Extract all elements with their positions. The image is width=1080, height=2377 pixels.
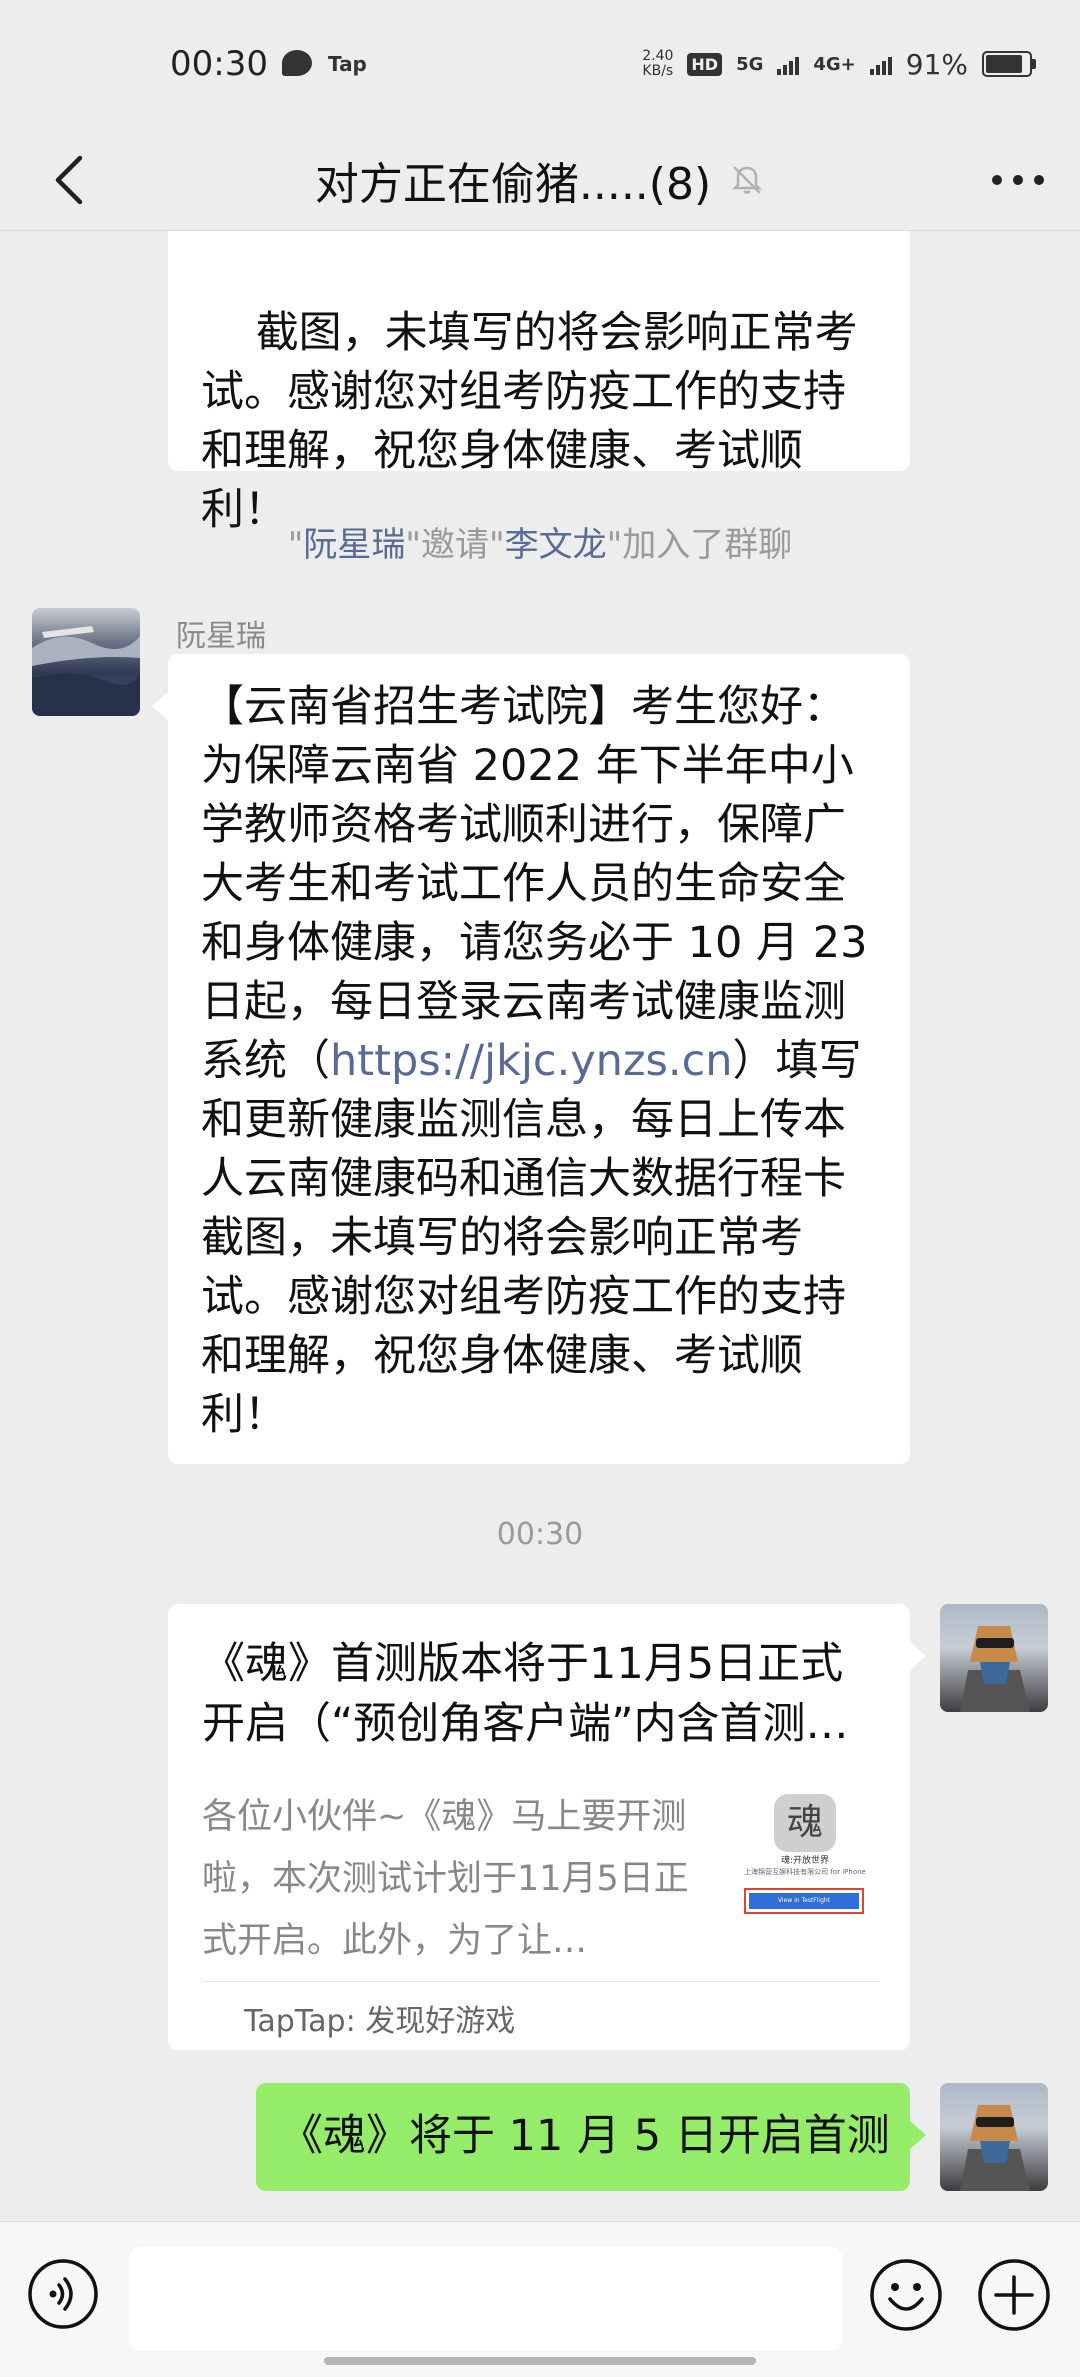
network-speed: 2.40 KB/s [642,49,673,79]
back-button[interactable] [30,140,110,220]
avatar-image [960,1626,1030,1712]
message-timestamp: 00:30 [496,1517,584,1552]
emoji-icon [870,2259,942,2331]
network-4g-label: 4G+ [813,53,856,75]
network-5g-label: 5G [736,53,764,75]
emoji-button[interactable] [868,2257,944,2333]
voice-button[interactable] [26,2257,100,2331]
message-text: 《魂》将于 11 月 5 日开启首测 [280,2111,890,2161]
network-speed-value: 2.40 [642,48,674,64]
input-bar [0,2221,1080,2377]
thumb-testflight-button: View in TestFlight [744,1888,864,1914]
battery-percent: 91% [905,47,968,81]
chat-title: 对方正在偷猪.....(8) [314,159,712,210]
message-bubble[interactable]: 【云南省招生考试院】考生您好： 为保障云南省 2022 年下半年中小 学教师资格… [152,654,910,1464]
my-message-bubble[interactable]: 《魂》将于 11 月 5 日开启首测 [256,2083,926,2191]
status-right-group: 2.40 KB/s HD 5G 4G+ 91% [642,44,1036,84]
shared-link-card[interactable]: 《魂》首测版本将于11月5日正式开启（“预创角客户端”内含首测… 各位小伙伴~《… [168,1604,926,2050]
status-time: 00:30 [170,44,268,84]
avatar-image [32,626,140,716]
system-invite-notice: "阮星瑞"邀请"李文龙"加入了群聊 [0,517,1080,566]
card-divider [202,1981,880,1982]
tap-notification-label: Tap [328,52,367,76]
card-description: 各位小伙伴~《魂》马上要开测啦，本次测试计划于11月5日正式开启。此外，为了让… [202,1797,689,1961]
voice-icon [28,2259,98,2329]
more-icon [992,175,1044,185]
status-bar: 00:30 Tap 2.40 KB/s HD 5G 4G+ 91% [0,0,1080,130]
message-text-cont: ）填写 和更新健康监测信息，每日上传本 人云南健康码和通信大数据行程卡 截图，未… [201,1036,862,1440]
card-title: 《魂》首测版本将于11月5日正式开启（“预创角客户端”内含首测… [202,1639,849,1749]
message-link[interactable]: https://jkjc.ynzs.cn [330,1036,732,1086]
message-input[interactable] [130,2247,842,2351]
system-quote: " [287,525,304,565]
my-avatar[interactable] [940,1604,1048,1712]
battery-icon [982,51,1036,77]
signal-4g-icon [869,53,892,75]
system-joined-text: "加入了群聊 [606,525,793,565]
more-button[interactable] [978,140,1058,220]
message-bubble-truncated[interactable]: 截图，未填写的将会影响正常考 试。感谢您对组考防疫工作的支持 和理解，祝您身体健… [168,231,910,535]
system-invitee-name[interactable]: 李文龙 [505,525,607,565]
sender-avatar[interactable] [32,608,140,716]
thumb-app-name: 魂:开放世界 [780,1856,830,1866]
mute-bell-icon [732,166,763,194]
chat-header: 对方正在偷猪.....(8) [0,130,1080,231]
chat-title-wrap: 对方正在偷猪.....(8) [0,130,1080,230]
message-notification-icon [282,50,312,76]
message-text: 截图，未填写的将会影响正常考 试。感谢您对组考防疫工作的支持 和理解，祝您身体健… [201,308,858,535]
chat-message-list[interactable]: 截图，未填写的将会影响正常考 试。感谢您对组考防疫工作的支持 和理解，祝您身体健… [0,231,1080,2221]
home-indicator[interactable] [324,2357,756,2365]
app-logo: 魂 [774,1794,836,1852]
system-invite-text: "邀请" [405,525,505,565]
signal-5g-icon [777,53,800,75]
back-icon [55,155,83,205]
plus-icon [978,2259,1050,2331]
sender-name: 阮星瑞 [176,619,266,654]
hd-badge: HD [687,52,723,76]
system-inviter-name[interactable]: 阮星瑞 [303,525,405,565]
more-functions-button[interactable] [976,2257,1052,2333]
card-source: TapTap: 发现好游戏 [244,2004,516,2039]
network-speed-unit: KB/s [642,63,674,79]
message-text: 【云南省招生考试院】考生您好： 为保障云南省 2022 年下半年中小 学教师资格… [201,682,868,1086]
card-thumbnail: 魂 魂:开放世界 上海锦营互娱科技有限公司 for iPhone View in… [734,1792,876,1934]
avatar-image [960,2105,1030,2191]
my-avatar[interactable] [940,2083,1048,2191]
thumb-company: 上海锦营互娱科技有限公司 for iPhone [744,1868,866,1876]
thumb-testflight-label: View in TestFlight [749,1893,859,1909]
